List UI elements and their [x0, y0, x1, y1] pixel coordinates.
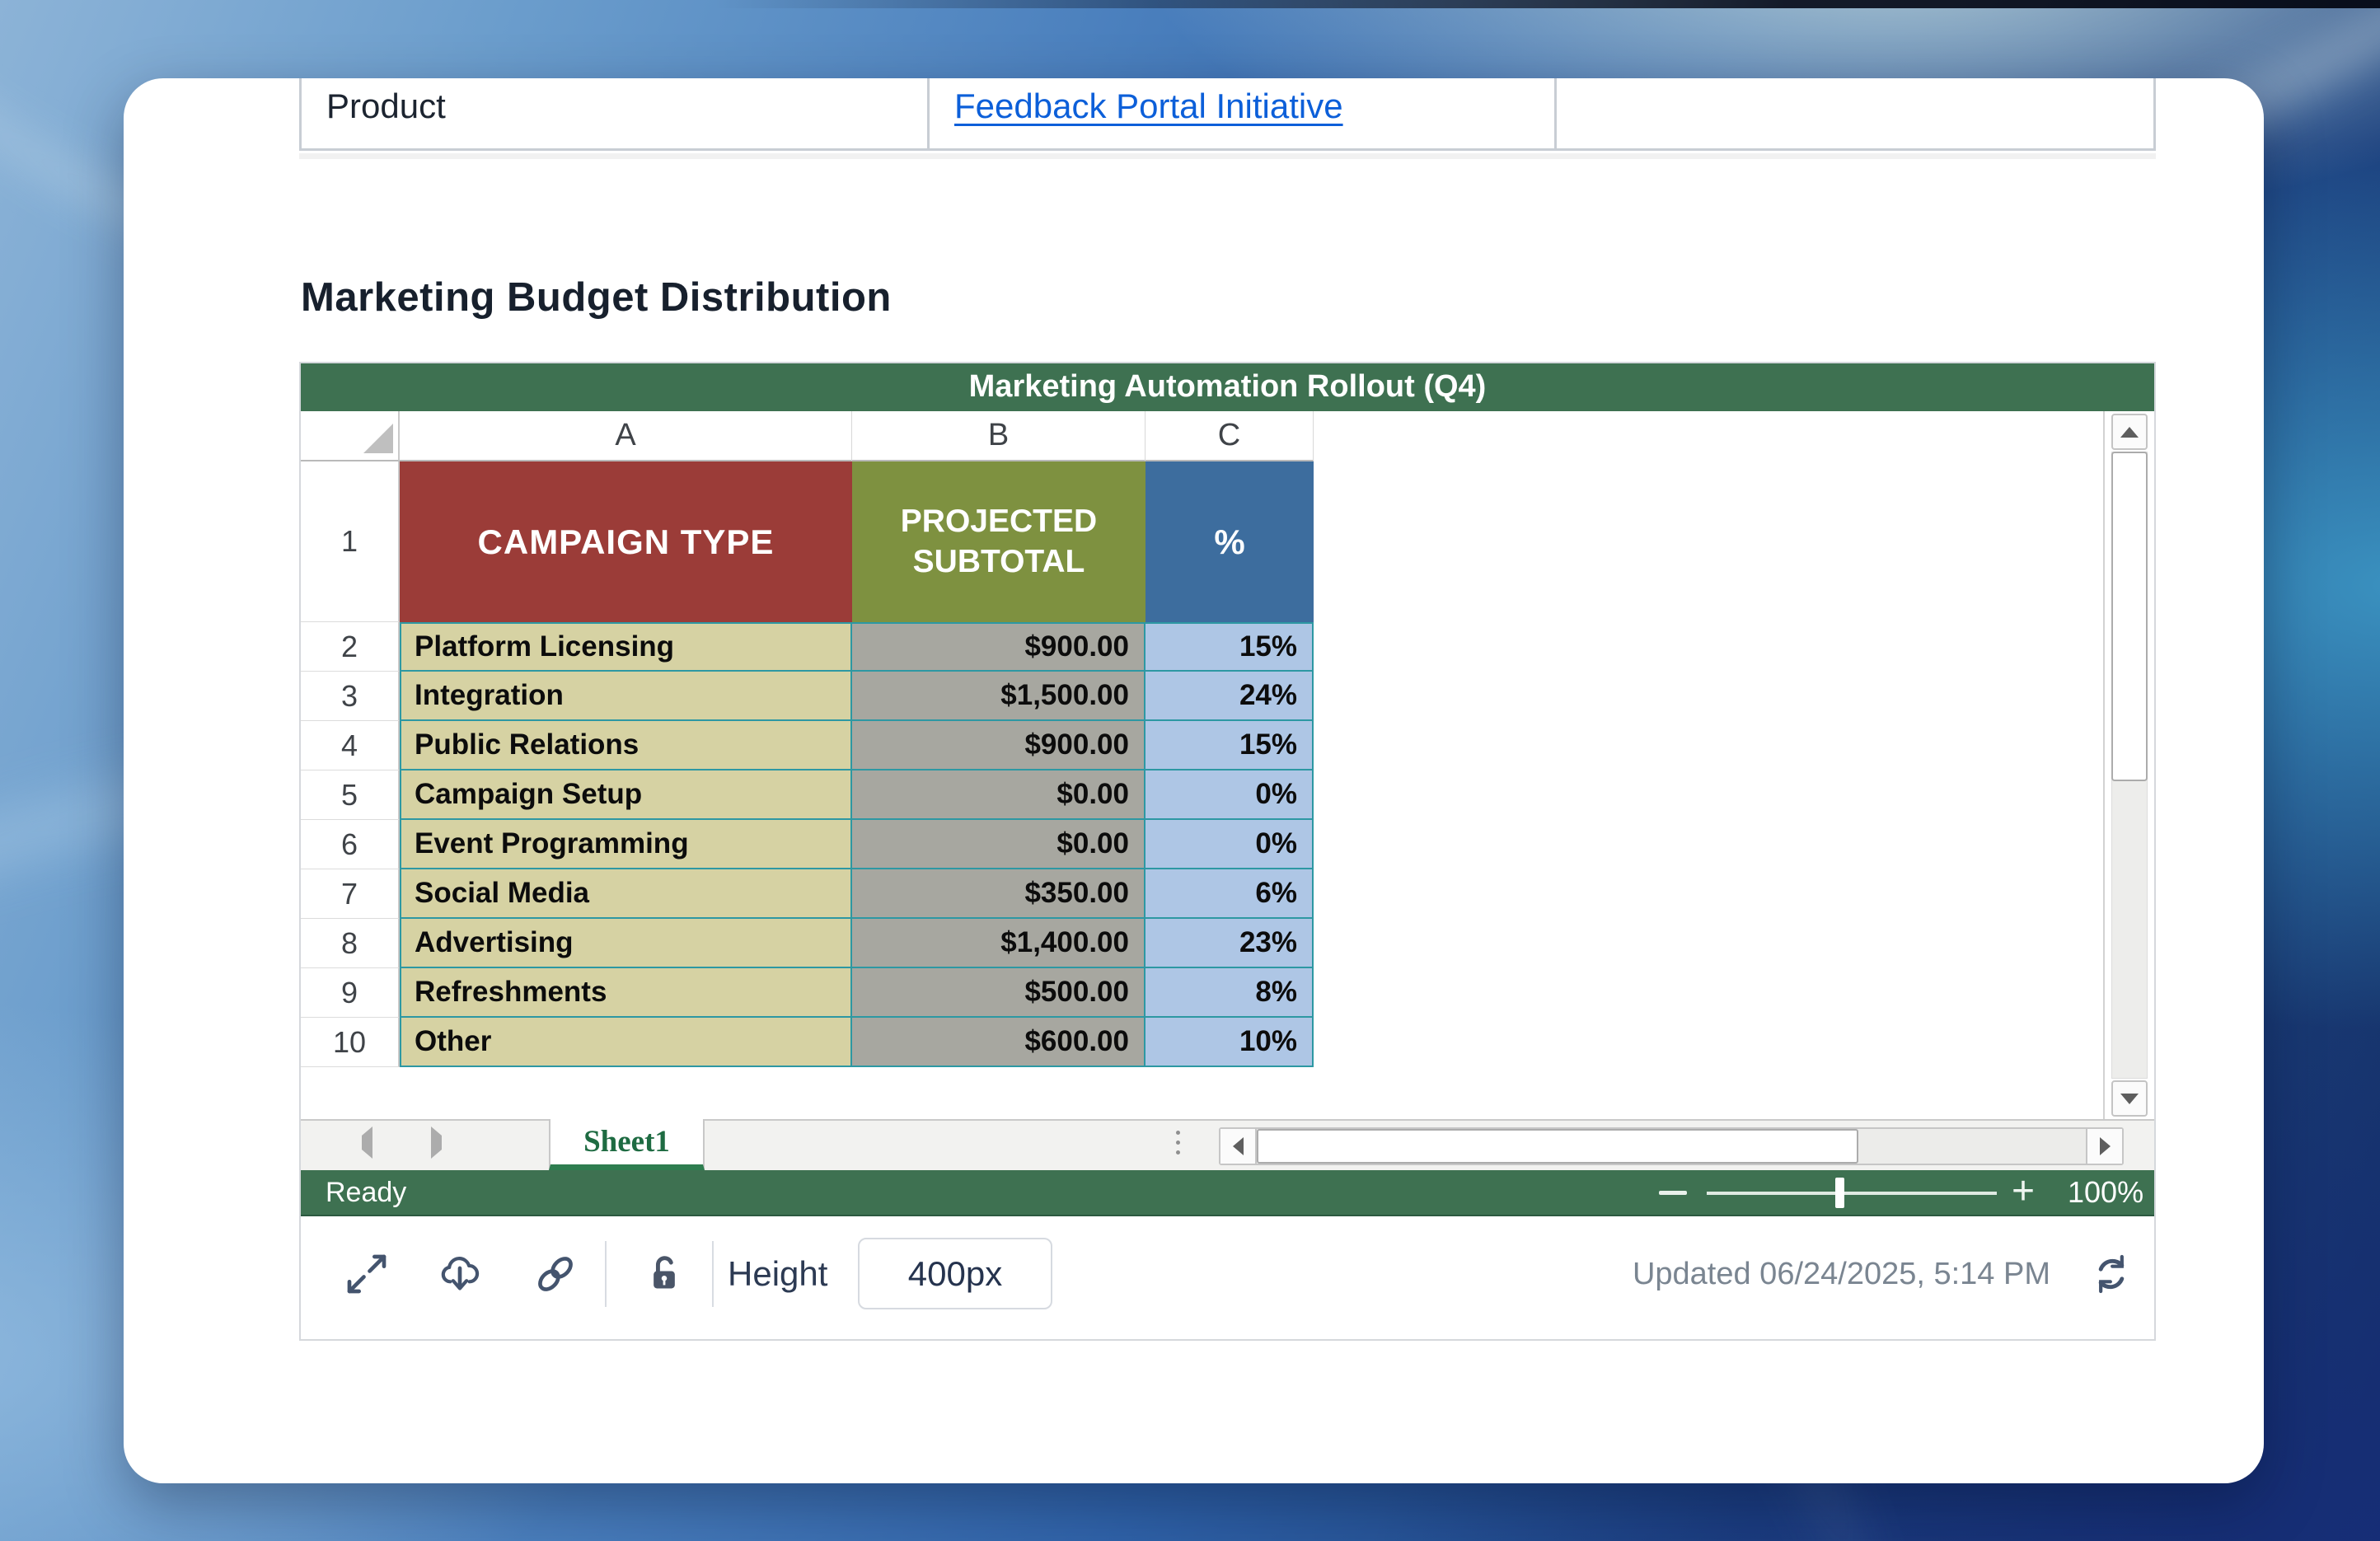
- toolbar-divider: [712, 1241, 714, 1307]
- cell-b6: $0.00: [852, 820, 1145, 869]
- link-icon[interactable]: [532, 1251, 579, 1297]
- updated-timestamp: Updated 06/24/2025, 5:14 PM: [1633, 1216, 2050, 1332]
- column-header-b: B: [852, 411, 1145, 461]
- sheet-tab-bar: Sheet1: [301, 1119, 2154, 1170]
- row-number: 7: [301, 869, 400, 919]
- next-sheet-button[interactable]: [431, 1136, 442, 1150]
- cell-c1: %: [1145, 461, 1314, 622]
- cell-a7: Social Media: [400, 869, 852, 919]
- page-properties-table: Product Feedback Portal Initiative: [299, 78, 2156, 151]
- cell-b3: $1,500.00: [852, 672, 1145, 721]
- row-number: 3: [301, 672, 400, 721]
- cell-b8: $1,400.00: [852, 919, 1145, 968]
- cell-b9: $500.00: [852, 968, 1145, 1018]
- arrow-right-icon: [431, 1126, 442, 1159]
- horizontal-scrollbar[interactable]: [1219, 1127, 2124, 1165]
- zoom-slider-thumb[interactable]: [1835, 1178, 1844, 1208]
- cell-a3: Integration: [400, 672, 852, 721]
- height-label: Height: [728, 1216, 827, 1332]
- row-number: 4: [301, 721, 400, 770]
- arrow-left-icon: [1233, 1137, 1244, 1155]
- scroll-left-button[interactable]: [1220, 1129, 1257, 1164]
- unlock-icon[interactable]: [641, 1251, 687, 1297]
- workbook-title-bar: Marketing Automation Rollout (Q4): [301, 363, 2154, 411]
- cloud-download-icon[interactable]: [437, 1251, 483, 1297]
- zoom-level: 100%: [2068, 1170, 2143, 1215]
- row-number: 2: [301, 622, 400, 672]
- row-number: 8: [301, 919, 400, 968]
- select-all-cell: [301, 411, 400, 461]
- sheet-tab-sheet1[interactable]: Sheet1: [549, 1119, 705, 1170]
- field-value-cell: Feedback Portal Initiative: [927, 78, 1554, 148]
- cell-c7: 6%: [1145, 869, 1314, 919]
- horizontal-scroll-thumb[interactable]: [1257, 1129, 1858, 1164]
- tab-scrollbar-divider[interactable]: [1176, 1131, 1181, 1155]
- status-bar: Ready + 100%: [301, 1170, 2154, 1216]
- row-number: 10: [301, 1018, 400, 1067]
- cell-c3: 24%: [1145, 672, 1314, 721]
- cell-b5: $0.00: [852, 770, 1145, 820]
- arrow-down-icon: [2120, 1094, 2139, 1104]
- expand-icon[interactable]: [344, 1251, 390, 1297]
- cell-c8: 23%: [1145, 919, 1314, 968]
- cell-c5: 0%: [1145, 770, 1314, 820]
- page-title: Marketing Budget Distribution: [301, 274, 892, 321]
- row-number: 6: [301, 820, 400, 869]
- row-number: 5: [301, 770, 400, 820]
- embed-toolbar: Height Updated 06/24/2025, 5:14 PM: [301, 1216, 2154, 1339]
- cell-b4: $900.00: [852, 721, 1145, 770]
- cell-a2: Platform Licensing: [400, 622, 852, 672]
- scroll-up-button[interactable]: [2111, 414, 2148, 450]
- arrow-up-icon: [2120, 427, 2139, 438]
- vertical-scrollbar[interactable]: [2103, 411, 2154, 1119]
- cell-b10: $600.00: [852, 1018, 1145, 1067]
- sheet-viewport: A B C 1 CAMPAIGN TYPE PROJECTED SUBTOTAL…: [301, 411, 2154, 1119]
- product-link[interactable]: Feedback Portal Initiative: [954, 87, 1343, 125]
- cell-c6: 0%: [1145, 820, 1314, 869]
- desktop-wallpaper: Product Feedback Portal Initiative Marke…: [0, 0, 2380, 1541]
- vertical-scroll-thumb[interactable]: [2111, 452, 2148, 781]
- select-all-triangle-icon: [363, 424, 393, 453]
- cell-a8: Advertising: [400, 919, 852, 968]
- sheet-grid: A B C 1 CAMPAIGN TYPE PROJECTED SUBTOTAL…: [301, 411, 1314, 1067]
- status-text: Ready: [326, 1170, 406, 1215]
- cell-a6: Event Programming: [400, 820, 852, 869]
- content-card: Product Feedback Portal Initiative Marke…: [124, 78, 2264, 1483]
- zoom-out-button[interactable]: [1659, 1191, 1687, 1195]
- cell-a1: CAMPAIGN TYPE: [400, 461, 852, 622]
- cell-c10: 10%: [1145, 1018, 1314, 1067]
- column-header-a: A: [400, 411, 852, 461]
- cell-c2: 15%: [1145, 622, 1314, 672]
- cell-b1: PROJECTED SUBTOTAL: [852, 461, 1145, 622]
- cell-b2: $900.00: [852, 622, 1145, 672]
- row-number: 1: [301, 461, 400, 622]
- field-label-cell: Product: [299, 78, 927, 148]
- field-label: Product: [326, 87, 446, 125]
- arrow-left-icon: [362, 1126, 372, 1159]
- excel-embed-widget: Marketing Automation Rollout (Q4) A B C …: [299, 362, 2156, 1341]
- field-empty-cell: [1554, 78, 2156, 148]
- cell-c4: 15%: [1145, 721, 1314, 770]
- cell-c9: 8%: [1145, 968, 1314, 1018]
- cell-b7: $350.00: [852, 869, 1145, 919]
- column-header-c: C: [1145, 411, 1314, 461]
- cell-a5: Campaign Setup: [400, 770, 852, 820]
- zoom-slider-track[interactable]: [1707, 1192, 1997, 1195]
- cell-a9: Refreshments: [400, 968, 852, 1018]
- scroll-down-button[interactable]: [2111, 1080, 2148, 1117]
- refresh-icon[interactable]: [2088, 1251, 2134, 1297]
- cell-a10: Other: [400, 1018, 852, 1067]
- toolbar-divider: [605, 1241, 607, 1307]
- scroll-right-button[interactable]: [2086, 1129, 2122, 1164]
- table-shadow: [299, 153, 2156, 159]
- wallpaper-top-edge: [0, 0, 2380, 8]
- height-input[interactable]: [858, 1238, 1052, 1309]
- cell-a4: Public Relations: [400, 721, 852, 770]
- sheet-tab-label: Sheet1: [583, 1124, 670, 1159]
- arrow-right-icon: [2100, 1137, 2111, 1155]
- zoom-in-button[interactable]: +: [2012, 1170, 2035, 1213]
- row-number: 9: [301, 968, 400, 1018]
- prev-sheet-button[interactable]: [362, 1136, 372, 1150]
